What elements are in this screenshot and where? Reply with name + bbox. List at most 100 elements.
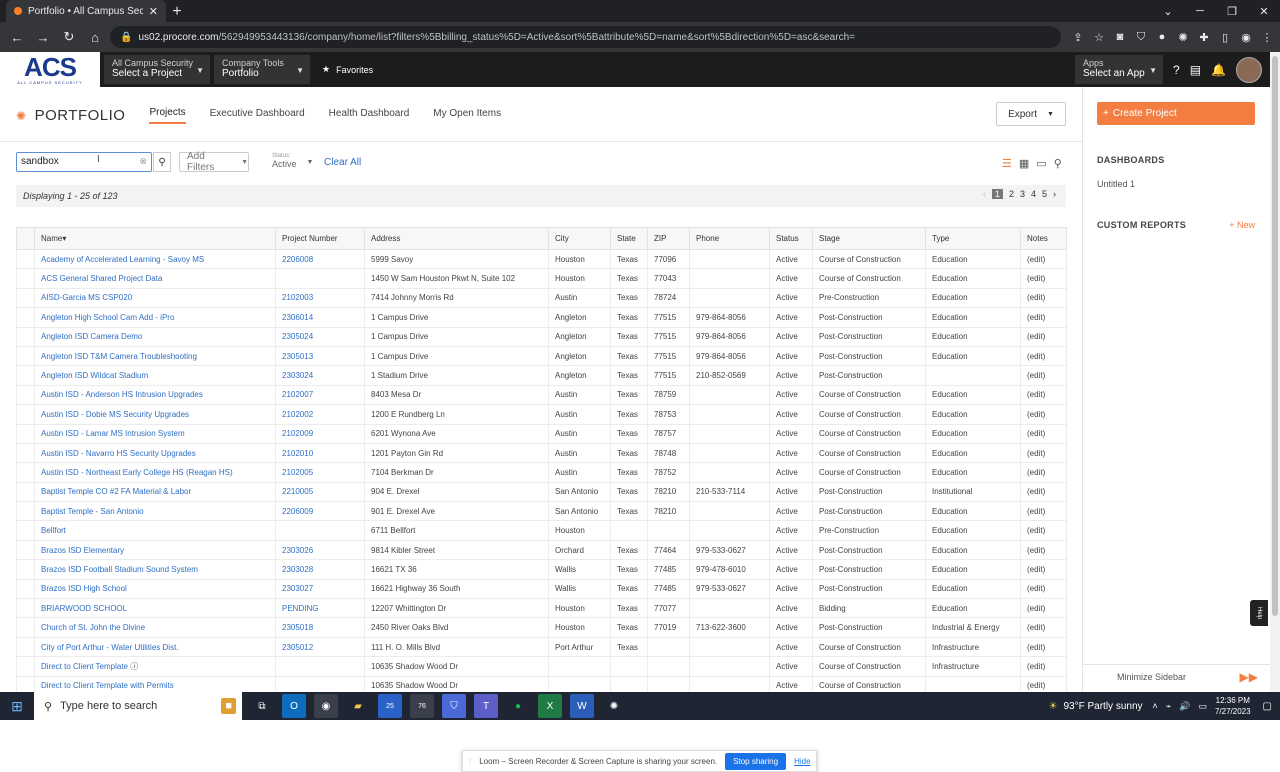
cell-project-number[interactable]: 2306014 xyxy=(275,307,365,328)
cell-project-number[interactable]: 2303028 xyxy=(275,559,365,580)
teams-icon[interactable]: T xyxy=(474,694,498,718)
cell-project-number[interactable]: 2102010 xyxy=(275,442,365,464)
cell-project-number[interactable]: 2102007 xyxy=(275,384,365,406)
cell-notes[interactable]: (edit) xyxy=(1020,636,1067,658)
column-header-city[interactable]: City xyxy=(548,227,611,250)
browser-menu-icon[interactable]: ⋮ xyxy=(1260,31,1274,44)
page-link[interactable]: 5 xyxy=(1042,189,1047,199)
cell-notes[interactable]: (edit) xyxy=(1020,539,1067,561)
cell-notes[interactable]: (edit) xyxy=(1020,287,1067,309)
address-bar[interactable]: 🔒 us02.procore.com/562949953443136/compa… xyxy=(110,26,1061,48)
browser-tab[interactable]: Portfolio • All Campus Security ✕ xyxy=(6,0,166,22)
next-page-icon[interactable]: › xyxy=(1053,189,1056,199)
tray-chevron-up-icon[interactable]: ˄ xyxy=(1153,701,1158,711)
cell-project-number[interactable] xyxy=(275,520,365,541)
spotify-icon[interactable]: ● xyxy=(506,694,530,718)
notification-bell-icon[interactable]: 🔔 xyxy=(1211,63,1226,77)
profile-icon[interactable]: ◉ xyxy=(1239,31,1253,44)
chat-icon[interactable]: ▤ xyxy=(1190,63,1201,77)
close-tab-icon[interactable]: ✕ xyxy=(149,5,158,18)
cell-notes[interactable]: (edit) xyxy=(1020,656,1067,677)
cell-project-number[interactable]: 2206008 xyxy=(275,248,365,270)
cell-project-number[interactable] xyxy=(275,656,365,677)
shield-app-icon[interactable]: ⛉ xyxy=(442,694,466,718)
cell-project-number[interactable]: 2102003 xyxy=(275,287,365,309)
cell-name[interactable]: Brazos ISD Elementary xyxy=(34,539,276,561)
brave-extension-icon[interactable]: ● xyxy=(1155,31,1169,44)
info-icon[interactable]: ⓘ xyxy=(128,662,138,671)
tools-picker[interactable]: Company Tools Portfolio ▼ xyxy=(214,55,310,84)
cell-notes[interactable]: (edit) xyxy=(1020,307,1067,328)
cell-notes[interactable]: (edit) xyxy=(1020,462,1067,483)
cell-name[interactable]: Austin ISD - Dobie MS Security Upgrades xyxy=(34,404,276,425)
column-header-project-number[interactable]: Project Number xyxy=(275,227,365,250)
cell-project-number[interactable]: PENDING xyxy=(275,598,365,619)
column-header-notes[interactable]: Notes xyxy=(1020,227,1067,250)
grid-view-icon[interactable]: ▦ xyxy=(1019,157,1029,170)
cell-name[interactable]: Angleton ISD T&M Camera Troubleshooting xyxy=(34,345,276,367)
bookmark-star-icon[interactable]: ☆ xyxy=(1092,31,1106,44)
cell-name[interactable]: Bellfort xyxy=(34,520,276,541)
tab-search-icon[interactable]: ⌄ xyxy=(1152,5,1184,18)
column-header-phone[interactable]: Phone xyxy=(689,227,770,250)
help-tab[interactable]: Help xyxy=(1250,600,1268,626)
add-filters-dropdown[interactable]: Add Filters ▼ xyxy=(179,151,249,173)
cell-project-number[interactable]: 2305018 xyxy=(275,617,365,638)
task-view-icon[interactable]: ⧉ xyxy=(250,694,274,718)
cell-project-number[interactable]: 2305013 xyxy=(275,345,365,367)
cell-project-number[interactable]: 2102002 xyxy=(275,404,365,425)
thumbnail-view-icon[interactable]: ▭ xyxy=(1036,157,1046,170)
cell-notes[interactable]: (edit) xyxy=(1020,248,1067,270)
loom-extension-icon[interactable]: ✺ xyxy=(1176,31,1190,44)
cell-project-number[interactable]: 2305012 xyxy=(275,636,365,658)
reload-icon[interactable]: ↻ xyxy=(58,29,80,45)
scrollbar-thumb[interactable] xyxy=(1272,56,1278,616)
cell-name[interactable]: Angleton ISD Camera Demo xyxy=(34,326,276,347)
column-header-state[interactable]: State xyxy=(610,227,648,250)
cell-name[interactable]: Baptist Temple CO #2 FA Material & Labor xyxy=(34,481,276,503)
cell-notes[interactable]: (edit) xyxy=(1020,404,1067,425)
close-window-icon[interactable]: ✕ xyxy=(1248,5,1280,18)
cell-name[interactable]: Brazos ISD Football Stadium Sound System xyxy=(34,559,276,580)
cell-notes[interactable]: (edit) xyxy=(1020,345,1067,367)
clear-search-icon[interactable]: ⊗ xyxy=(139,156,147,167)
cell-notes[interactable]: (edit) xyxy=(1020,326,1067,347)
network-icon[interactable]: ⌁ xyxy=(1166,701,1171,712)
extensions-puzzle-icon[interactable]: ✚ xyxy=(1197,31,1211,44)
notifications-icon[interactable]: ▢ xyxy=(1263,701,1272,712)
help-icon[interactable]: ? xyxy=(1173,63,1180,77)
cell-project-number[interactable]: 2102009 xyxy=(275,423,365,444)
word-icon[interactable]: W xyxy=(570,694,594,718)
cell-name[interactable]: Academy of Accelerated Learning - Savoy … xyxy=(34,248,276,270)
chrome-icon[interactable]: ◉ xyxy=(314,694,338,718)
column-header-stage[interactable]: Stage xyxy=(812,227,926,250)
page-link[interactable]: 3 xyxy=(1020,189,1025,199)
cell-project-number[interactable]: 2305024 xyxy=(275,326,365,347)
maximize-window-icon[interactable]: ❐ xyxy=(1216,5,1248,18)
tab-projects[interactable]: Projects xyxy=(149,107,186,124)
minimize-window-icon[interactable]: ─ xyxy=(1184,5,1216,17)
cell-name[interactable]: Angleton ISD Wildcat Stadium xyxy=(34,365,276,386)
cell-project-number[interactable]: 2303026 xyxy=(275,539,365,561)
windows-start-icon[interactable]: ⊞ xyxy=(0,698,34,715)
share-icon[interactable]: ⇪ xyxy=(1071,31,1085,44)
cell-notes[interactable]: (edit) xyxy=(1020,617,1067,638)
sidebar-toggle-icon[interactable]: ▯ xyxy=(1218,31,1232,44)
cell-project-number[interactable]: 2206009 xyxy=(275,501,365,522)
cell-project-number[interactable]: 2102005 xyxy=(275,462,365,483)
cell-notes[interactable]: (edit) xyxy=(1020,384,1067,406)
cell-notes[interactable]: (edit) xyxy=(1020,481,1067,503)
cell-notes[interactable]: (edit) xyxy=(1020,268,1067,289)
back-icon[interactable]: ← xyxy=(6,30,28,45)
excel-icon[interactable]: X xyxy=(538,694,562,718)
battery-icon[interactable]: ▭ xyxy=(1198,701,1207,712)
search-button[interactable]: ⚲ xyxy=(153,152,171,172)
apps-picker[interactable]: Apps Select an App ▼ xyxy=(1075,55,1164,84)
cell-name[interactable]: Brazos ISD High School xyxy=(34,578,276,600)
column-header-address[interactable]: Address xyxy=(364,227,549,250)
home-icon[interactable]: ⌂ xyxy=(84,30,106,45)
cell-notes[interactable]: (edit) xyxy=(1020,598,1067,619)
shield-extension-icon[interactable]: ⛉ xyxy=(1134,31,1148,44)
export-button[interactable]: Export ▼ xyxy=(996,102,1066,126)
stop-sharing-button[interactable]: Stop sharing xyxy=(725,752,787,770)
